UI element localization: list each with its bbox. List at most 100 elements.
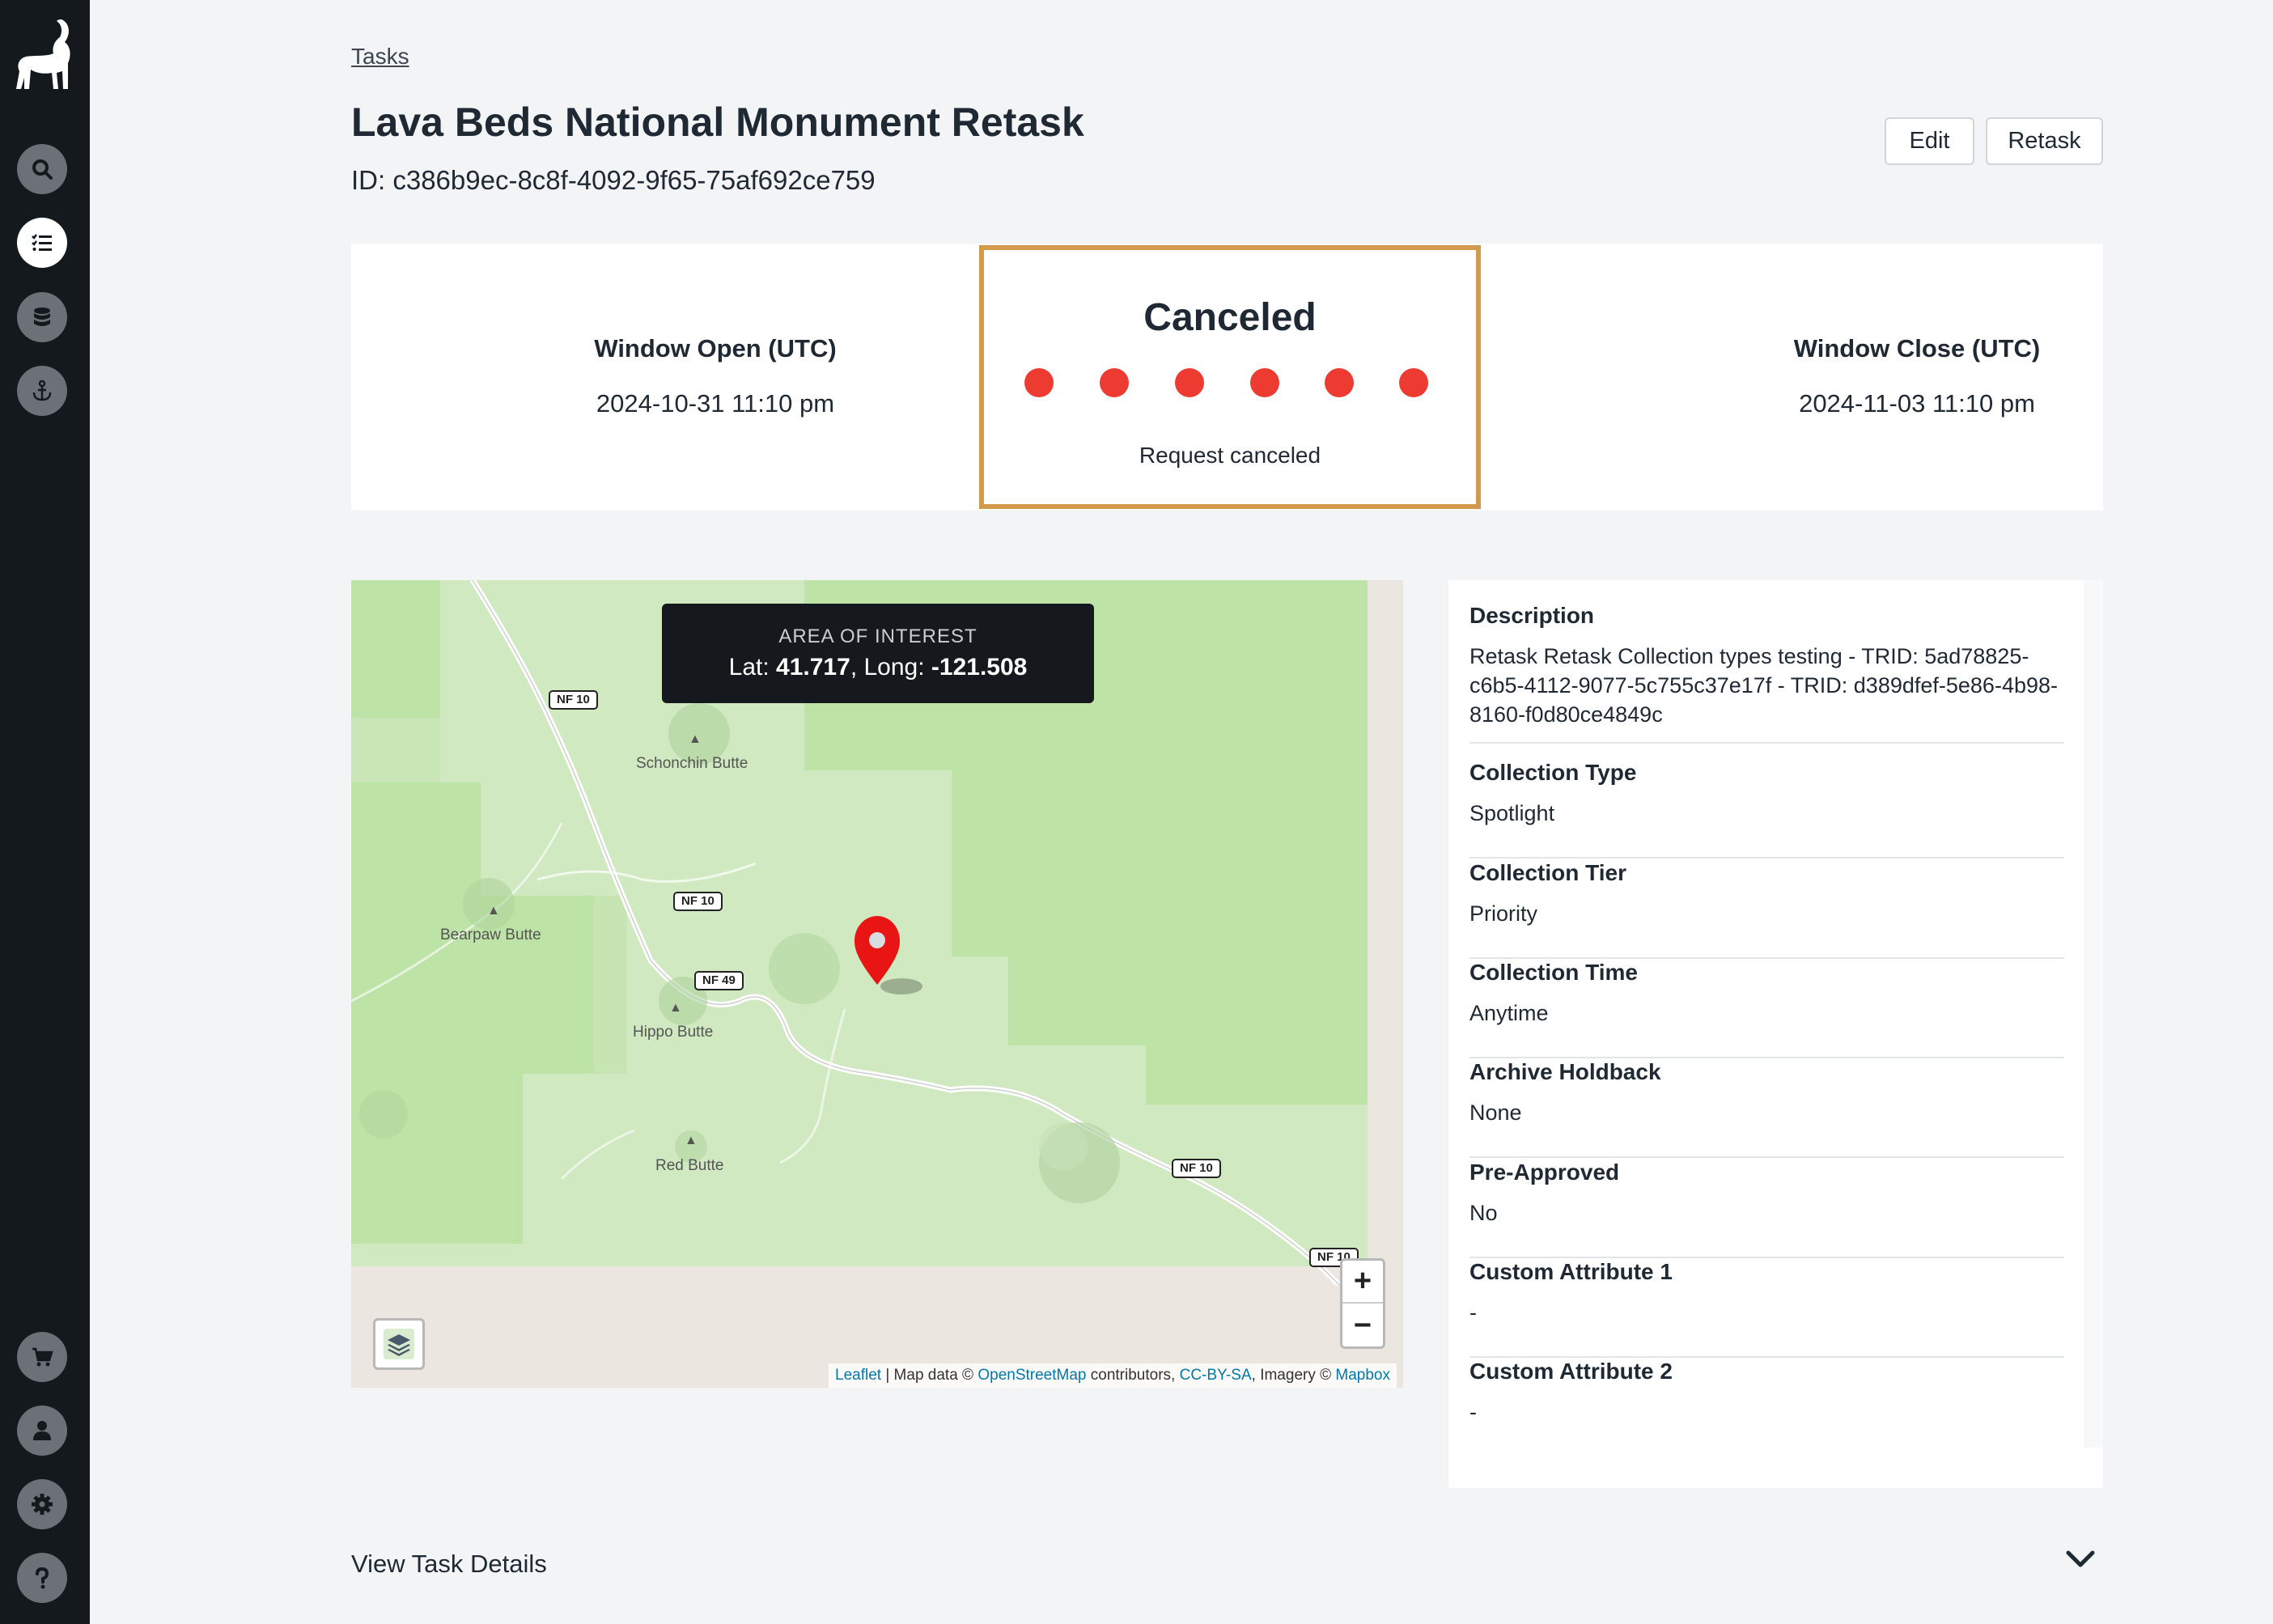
task-id: ID: c386b9ec-8c8f-4092-9f65-75af692ce759 <box>351 165 876 195</box>
gear-icon <box>32 1494 53 1515</box>
attribution-text: contributors, <box>1086 1367 1180 1384</box>
map-attribution: Leaflet | Map data © OpenStreetMap contr… <box>829 1363 1397 1388</box>
aoi-coords: Lat: 41.717, Long: -121.508 <box>662 654 1094 681</box>
window-open: Window Open (UTC) 2024-10-31 11:10 pm <box>456 244 974 511</box>
help-icon <box>36 1567 49 1589</box>
field-label: Collection Time <box>1469 960 1638 985</box>
peak-icon: ▲ <box>669 1001 682 1015</box>
sidebar <box>0 0 90 1624</box>
field-value: - <box>1469 1300 1477 1325</box>
field-label: Custom Attribute 2 <box>1469 1359 1673 1384</box>
field-label: Custom Attribute 1 <box>1469 1259 1673 1284</box>
field-value: Retask Retask Collection types testing -… <box>1469 644 2058 727</box>
osm-link[interactable]: OpenStreetMap <box>977 1367 1086 1384</box>
field-value: Spotlight <box>1469 801 1555 825</box>
field-collection-time: Collection Time Anytime <box>1469 960 2064 1058</box>
nav-help[interactable] <box>17 1553 67 1603</box>
peak-icon: ▲ <box>487 904 500 918</box>
leaflet-link[interactable]: Leaflet <box>835 1367 881 1384</box>
mapbox-link[interactable]: Mapbox <box>1335 1367 1390 1384</box>
search-icon <box>32 159 53 180</box>
attribution-text: , Imagery © <box>1251 1367 1336 1384</box>
zoom-out-button[interactable]: − <box>1342 1304 1383 1347</box>
nav-account[interactable] <box>17 1406 67 1456</box>
layers-icon <box>384 1329 414 1359</box>
road-shield: NF 10 <box>549 690 598 710</box>
anchor-icon <box>32 379 52 401</box>
peak-icon: ▲ <box>689 732 702 746</box>
license-link[interactable]: CC-BY-SA <box>1180 1367 1252 1384</box>
progress-dot <box>1250 368 1279 397</box>
field-value: Anytime <box>1469 1001 1549 1025</box>
details-scrollbar[interactable] <box>2082 580 2103 1448</box>
window-close: Window Close (UTC) 2024-11-03 11:10 pm <box>1658 244 2176 511</box>
page-title: Lava Beds National Monument Retask <box>351 100 1084 145</box>
database-icon <box>34 307 50 326</box>
status-box: Canceled Request canceled <box>979 245 1481 509</box>
status-panel: Window Open (UTC) 2024-10-31 11:10 pm Ca… <box>351 244 2103 511</box>
field-custom-attribute-2: Custom Attribute 2 - <box>1469 1359 2064 1440</box>
field-label: Description <box>1469 603 1595 628</box>
aoi-lat: 41.717 <box>776 654 850 681</box>
map-label: Red Butte <box>655 1157 724 1174</box>
map-label: Schonchin Butte <box>636 755 748 772</box>
aoi-title: AREA OF INTEREST <box>778 625 977 647</box>
field-custom-attribute-1: Custom Attribute 1 - <box>1469 1259 2064 1358</box>
road-shield: NF 49 <box>694 971 744 990</box>
task-details-card: Description Retask Retask Collection typ… <box>1448 580 2084 1448</box>
field-label: Archive Holdback <box>1469 1059 1661 1084</box>
edit-button[interactable]: Edit <box>1885 117 1974 165</box>
nav-database[interactable] <box>17 292 67 342</box>
chevron-down-icon[interactable] <box>2063 1541 2097 1575</box>
zoom-in-button[interactable]: + <box>1342 1261 1383 1304</box>
window-open-label: Window Open (UTC) <box>594 334 837 363</box>
progress-dot <box>1100 368 1129 397</box>
nav-settings[interactable] <box>17 1479 67 1529</box>
user-icon <box>33 1421 51 1440</box>
task-list-icon <box>32 234 52 251</box>
map[interactable]: AREA OF INTEREST Lat: 41.717, Long: -121… <box>351 580 1403 1388</box>
layers-button[interactable] <box>373 1318 425 1370</box>
window-close-value: 2024-11-03 11:10 pm <box>1799 389 2035 418</box>
road-shield: NF 10 <box>673 892 723 911</box>
field-label: Collection Type <box>1469 760 1637 785</box>
details-card-footer <box>1448 1446 2103 1488</box>
progress-dot <box>1325 368 1354 397</box>
peak-icon: ▲ <box>685 1134 698 1147</box>
progress-dot <box>1175 368 1204 397</box>
field-collection-type: Collection Type Spotlight <box>1469 760 2064 859</box>
field-label: Pre-Approved <box>1469 1160 1620 1185</box>
field-pre-approved: Pre-Approved No <box>1469 1160 2064 1258</box>
map-label: Hippo Butte <box>633 1024 714 1041</box>
nav-tasks[interactable] <box>17 218 67 268</box>
field-label: Collection Tier <box>1469 860 1626 885</box>
progress-dot <box>1024 368 1054 397</box>
map-label: Bearpaw Butte <box>440 926 541 943</box>
road-shield: NF 10 <box>1172 1159 1221 1178</box>
ibex-logo-icon[interactable] <box>11 15 76 99</box>
status-state: Canceled <box>1143 296 1317 339</box>
breadcrumb-tasks[interactable]: Tasks <box>351 44 409 70</box>
zoom-control: + − <box>1340 1258 1385 1349</box>
retask-button[interactable]: Retask <box>1986 117 2103 165</box>
field-description: Description Retask Retask Collection typ… <box>1469 603 2064 744</box>
field-collection-tier: Collection Tier Priority <box>1469 860 2064 959</box>
field-value: - <box>1469 1400 1477 1424</box>
area-of-interest-popup: AREA OF INTEREST Lat: 41.717, Long: -121… <box>662 604 1094 703</box>
nav-search[interactable] <box>17 144 67 194</box>
field-archive-holdback: Archive Holdback None <box>1469 1059 2064 1158</box>
status-note: Request canceled <box>1139 443 1321 468</box>
window-open-value: 2024-10-31 11:10 pm <box>596 389 835 418</box>
cart-icon <box>32 1347 53 1367</box>
attribution-text: | Map data © <box>881 1367 978 1384</box>
field-value: None <box>1469 1100 1522 1125</box>
window-close-label: Window Close (UTC) <box>1793 334 2041 363</box>
view-task-details-toggle[interactable]: View Task Details <box>351 1550 547 1579</box>
aoi-lat-label: Lat: <box>728 654 770 681</box>
nav-anchor[interactable] <box>17 366 67 416</box>
aoi-long: -121.508 <box>931 654 1028 681</box>
aoi-long-label: , Long: <box>850 654 925 681</box>
status-progress-dots <box>1024 368 1435 401</box>
field-value: Priority <box>1469 901 1538 926</box>
nav-cart[interactable] <box>17 1332 67 1382</box>
